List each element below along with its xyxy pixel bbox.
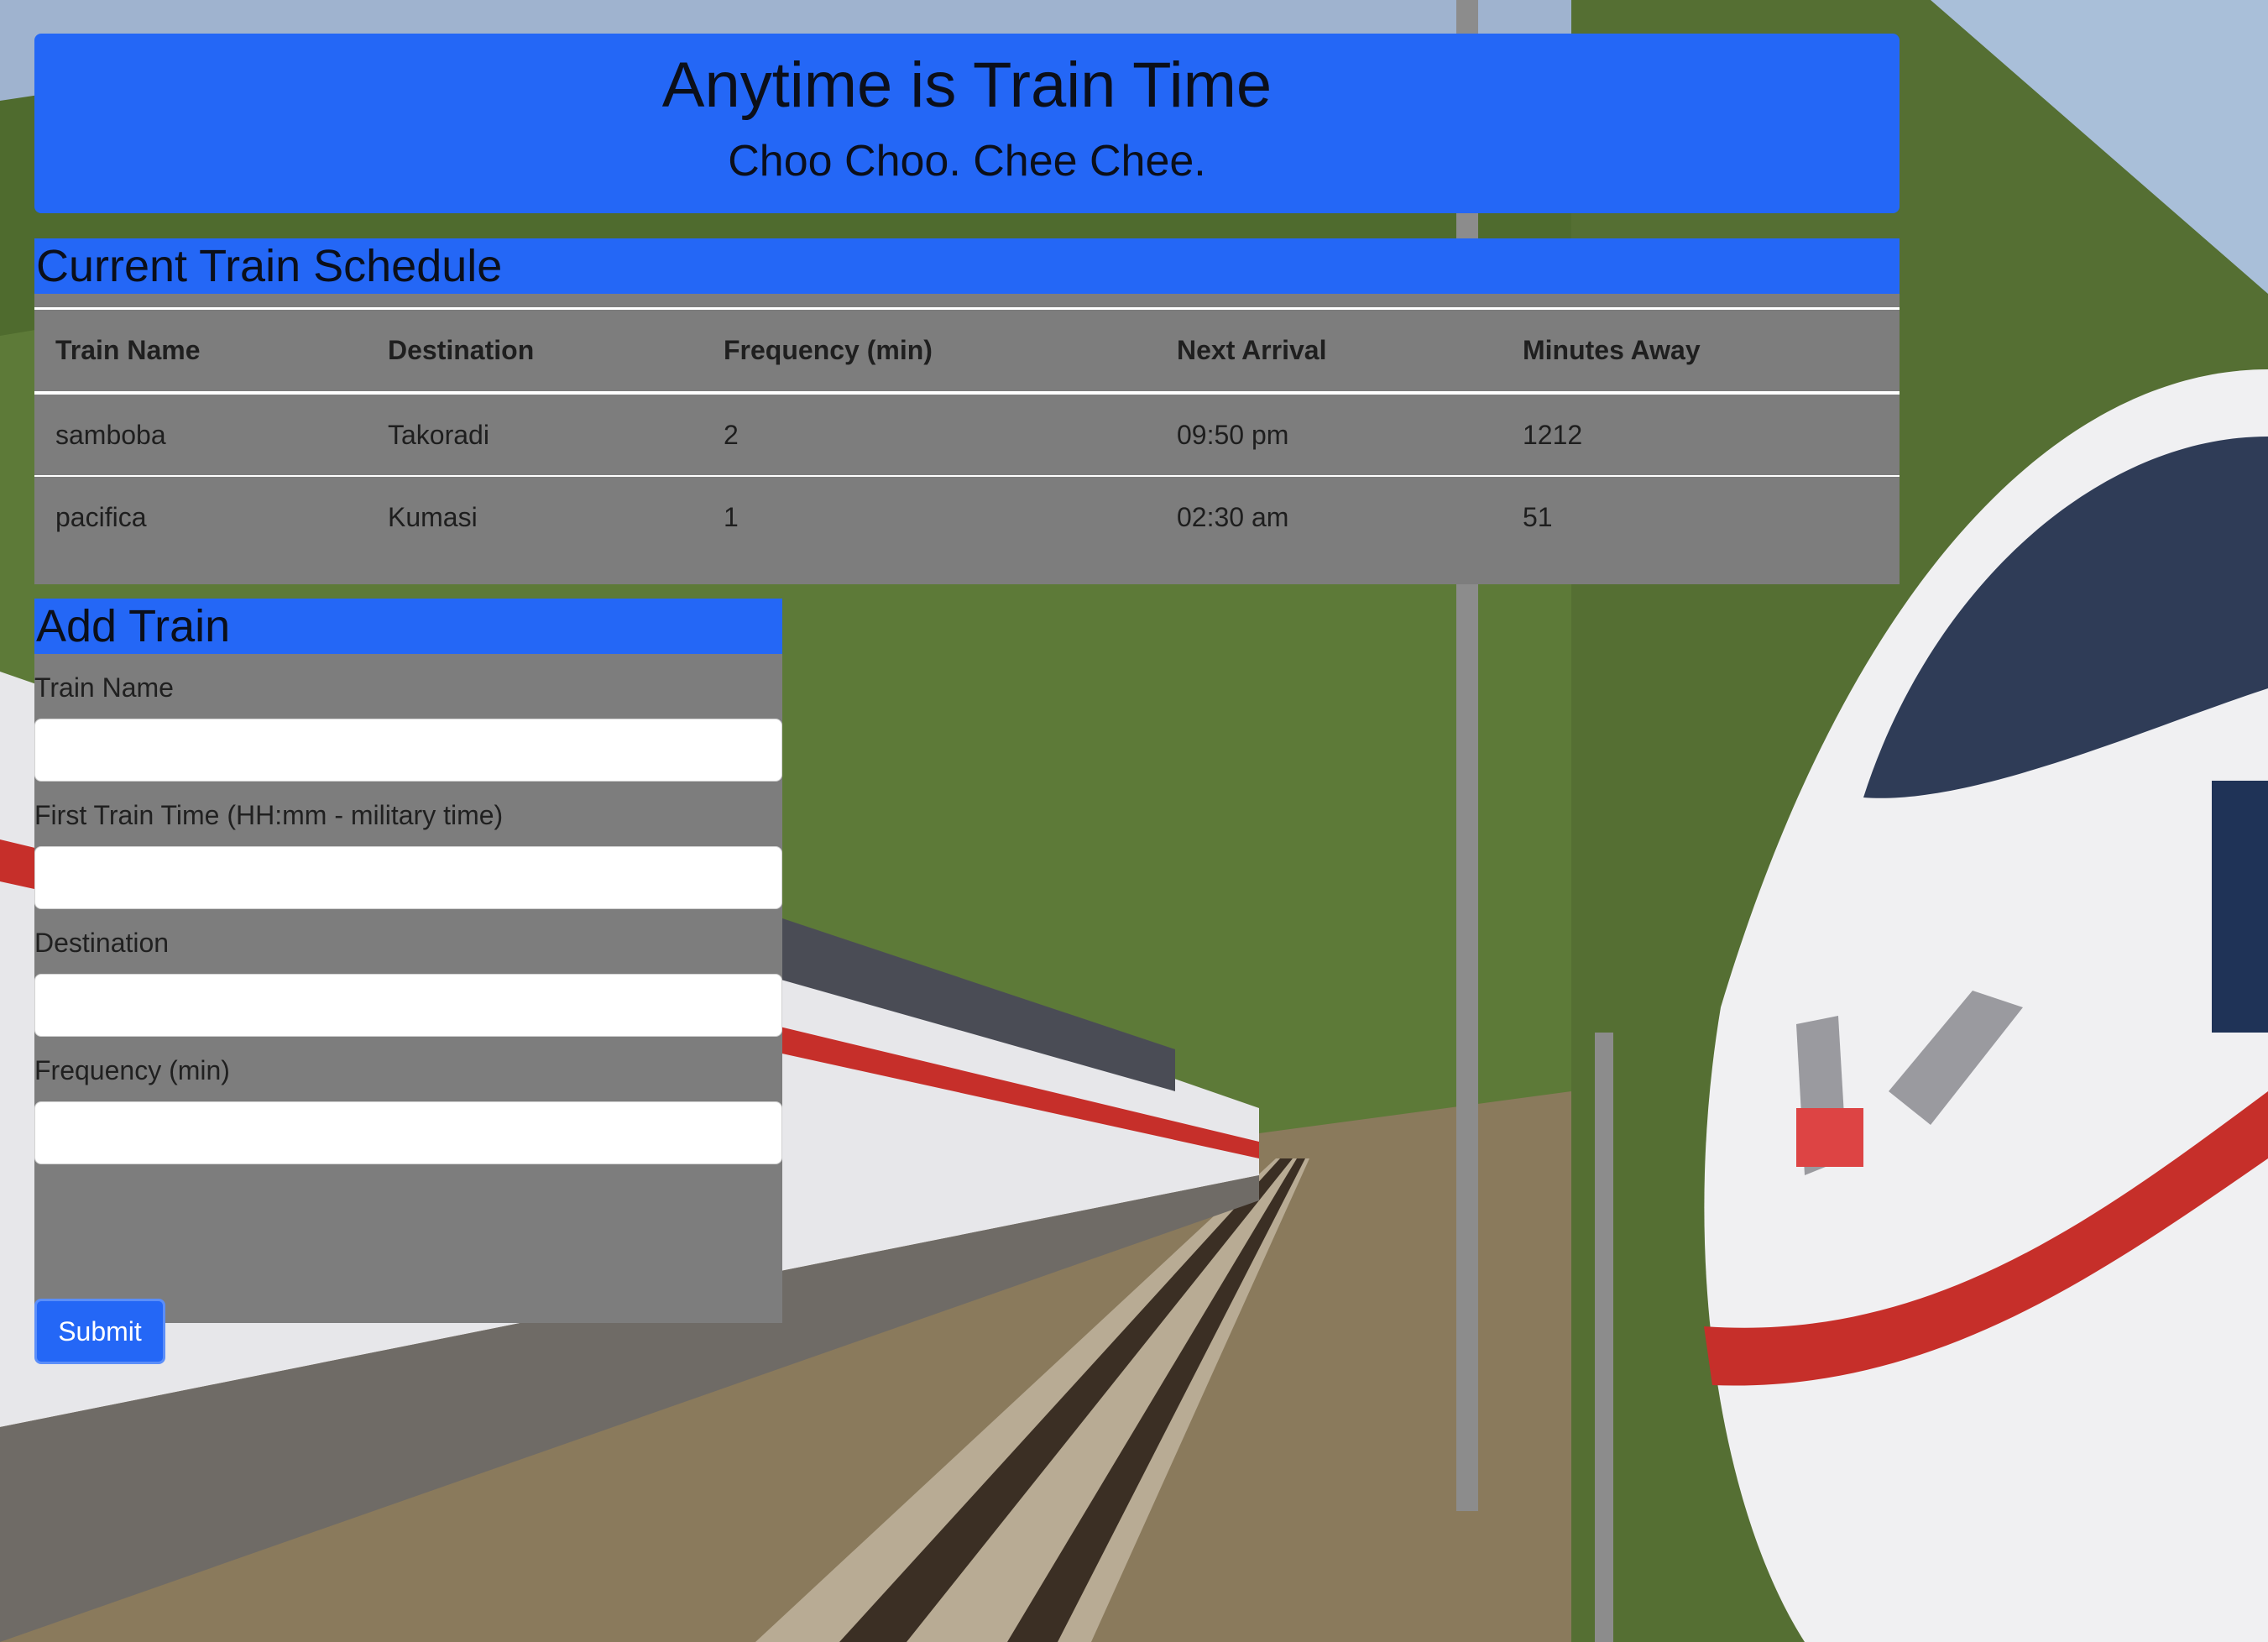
cell-minutes-away: 1212 [1523, 419, 1583, 450]
cell-destination: Takoradi [388, 419, 489, 450]
cell-next-arrival: 09:50 pm [1177, 419, 1289, 450]
train-schedule-panel: Current Train Schedule Train Name Destin… [34, 238, 1900, 584]
cell-frequency: 1 [703, 475, 1156, 557]
column-header-next-arrival: Next Arrival [1156, 307, 1502, 395]
submit-button[interactable]: Submit [34, 1299, 165, 1364]
add-train-form: Train Name First Train Time (HH:mm - mil… [34, 654, 782, 1364]
table-row: pacifica Kumasi 1 02:30 am 51 [34, 475, 1900, 557]
column-header-frequency: Frequency (min) [703, 307, 1156, 395]
cell-destination: Kumasi [367, 475, 703, 557]
cell-train-name: samboba [55, 419, 166, 450]
frequency-label: Frequency (min) [34, 1055, 230, 1085]
page-title: Anytime is Train Time [661, 50, 1272, 121]
header-jumbotron: Anytime is Train Time Choo Choo. Chee Ch… [34, 34, 1900, 213]
train-name-label: Train Name [34, 672, 174, 703]
schedule-table-wrapper: Train Name Destination Frequency (min) N… [34, 294, 1900, 584]
column-header-minutes-away: Minutes Away [1502, 307, 1900, 395]
first-train-time-input[interactable] [34, 846, 782, 909]
cell-train-name: pacifica [34, 475, 367, 557]
cell-next-arrival: 02:30 am [1156, 475, 1502, 557]
table-header-row: Train Name Destination Frequency (min) N… [34, 307, 1900, 395]
destination-input[interactable] [34, 974, 782, 1037]
table-row: samboba Takoradi 2 09:50 pm 1212 [34, 393, 1900, 476]
schedule-heading: Current Train Schedule [34, 238, 1900, 294]
train-name-input[interactable] [34, 719, 782, 782]
first-train-time-label: First Train Time (HH:mm - military time) [34, 800, 504, 830]
cell-frequency: 2 [724, 419, 739, 450]
schedule-table: Train Name Destination Frequency (min) N… [34, 307, 1900, 557]
destination-label: Destination [34, 928, 170, 958]
column-header-train-name: Train Name [34, 307, 367, 395]
add-train-heading: Add Train [34, 599, 782, 654]
page-subtitle: Choo Choo. Chee Chee. [728, 137, 1206, 186]
column-header-destination: Destination [367, 307, 703, 395]
add-train-panel: Add Train Train Name First Train Time (H… [34, 599, 782, 1364]
frequency-input[interactable] [34, 1101, 782, 1164]
cell-minutes-away: 51 [1502, 475, 1900, 557]
